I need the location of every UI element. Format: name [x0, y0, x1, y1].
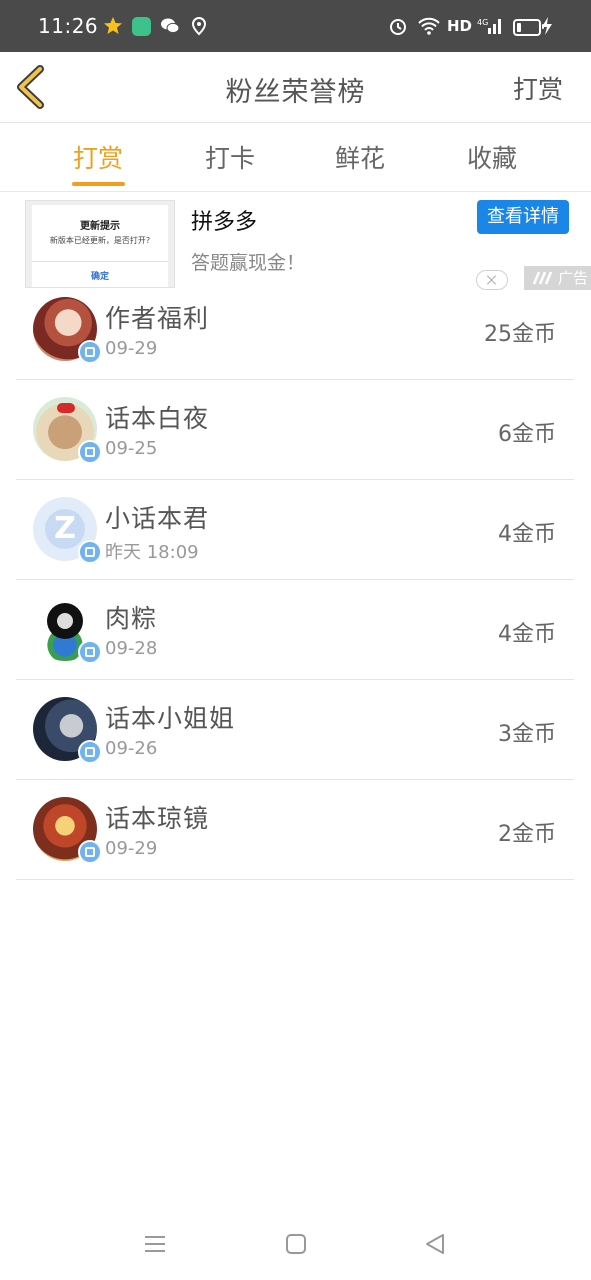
list-item[interactable]: 肉粽 09-28 4金币: [16, 580, 574, 680]
alarm-icon: [390, 19, 406, 35]
fan-amount: 4金币: [498, 622, 556, 647]
tab-bar: 打赏 打卡 鲜花 收藏: [0, 123, 591, 192]
network-label: 4G: [477, 18, 488, 27]
home-icon[interactable]: [283, 1232, 309, 1256]
list-item[interactable]: 话本小姐姐 09-26 3金币: [16, 680, 574, 780]
hd-label: HD: [447, 17, 473, 35]
menu-icon[interactable]: [142, 1232, 168, 1256]
fan-amount: 3金币: [498, 722, 556, 747]
fan-badge-icon: [78, 440, 102, 464]
tab-flowers[interactable]: 鲜花: [300, 139, 420, 175]
status-bar: 11:26 HD 4G: [0, 0, 591, 52]
list-item[interactable]: 话本白夜 09-25 6金币: [16, 380, 574, 480]
ad-thumb-message: 新版本已经更新，是否打开?: [49, 236, 151, 245]
ad-title: 拼多多: [191, 210, 258, 235]
reward-button[interactable]: 打赏: [513, 70, 563, 106]
fan-name: 肉粽: [105, 604, 158, 633]
tab-favorites[interactable]: 收藏: [432, 139, 552, 175]
fan-date: 09-28: [105, 638, 158, 659]
tab-reward[interactable]: 打赏: [38, 139, 158, 175]
wifi-icon: [418, 17, 440, 35]
battery-icon: [513, 19, 544, 36]
star-icon: [104, 17, 122, 34]
ad-thumbnail: 更新提示 新版本已经更新，是否打开? 确定: [25, 200, 175, 288]
fan-date: 09-29: [105, 838, 158, 859]
fan-name: 作者福利: [105, 304, 210, 333]
ad-thumb-title: 更新提示: [80, 221, 120, 232]
fan-date: 昨天 18:09: [105, 542, 199, 563]
system-nav-bar: [0, 1208, 591, 1280]
ad-subtitle: 答题赢现金！: [191, 252, 306, 274]
list-item[interactable]: 话本琼镜 09-29 2金币: [16, 780, 574, 880]
status-time: 11:26: [38, 14, 99, 38]
app-icon: [132, 17, 151, 36]
fan-list: 作者福利 09-29 25金币 话本白夜 09-25 6金币 Z 小话本君 昨天…: [16, 280, 574, 880]
fan-badge-icon: [78, 340, 102, 364]
fan-name: 话本小姐姐: [105, 704, 236, 733]
fan-name: 话本琼镜: [105, 804, 210, 833]
back-icon[interactable]: [423, 1232, 449, 1256]
app-header: 粉丝荣誉榜 打赏: [0, 52, 591, 123]
fan-badge-icon: [78, 740, 102, 764]
ad-banner[interactable]: 更新提示 新版本已经更新，是否打开? 确定 拼多多 答题赢现金！ 查看详情 广告: [0, 192, 591, 290]
signal-icon: 4G: [477, 18, 501, 34]
fan-date: 09-29: [105, 338, 158, 359]
tab-checkin[interactable]: 打卡: [170, 139, 290, 175]
tab-indicator: [72, 182, 125, 186]
fan-name: 小话本君: [105, 504, 210, 533]
location-icon: [191, 16, 207, 36]
fan-amount: 6金币: [498, 422, 556, 447]
fan-badge-icon: [78, 840, 102, 864]
fan-amount: 4金币: [498, 522, 556, 547]
fan-name: 话本白夜: [105, 404, 210, 433]
list-item[interactable]: 作者福利 09-29 25金币: [16, 280, 574, 380]
fan-date: 09-26: [105, 738, 158, 759]
wechat-icon: [161, 18, 180, 34]
fan-amount: 25金币: [484, 322, 556, 347]
page-title: 粉丝荣誉榜: [225, 77, 366, 108]
charging-icon: [542, 17, 552, 35]
fan-badge-icon: [78, 540, 102, 564]
fan-date: 09-25: [105, 438, 158, 459]
fan-amount: 2金币: [498, 822, 556, 847]
list-item[interactable]: Z 小话本君 昨天 18:09 4金币: [16, 480, 574, 580]
fan-badge-icon: [78, 640, 102, 664]
ad-detail-button[interactable]: 查看详情: [477, 200, 569, 234]
